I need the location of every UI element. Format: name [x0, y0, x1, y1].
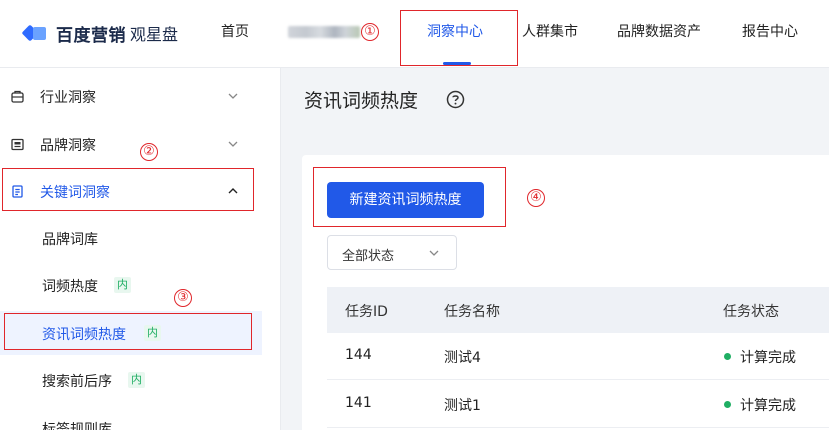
table-header: 任务ID 任务名称 任务状态: [327, 287, 829, 333]
sidebar-item-label: 品牌词库: [42, 232, 98, 248]
annotation-box-4: [313, 167, 506, 227]
table-row[interactable]: 144 测试4 计算完成: [327, 333, 829, 380]
annotation-box-1: [400, 10, 518, 66]
sidebar: 行业洞察 品牌洞察 关键词洞察 品牌词库 词频热度 内 资讯词频热度 内 搜索前…: [0, 68, 281, 430]
chevron-down-icon: [228, 93, 238, 99]
status-filter-value: 全部状态: [342, 249, 395, 264]
sidebar-group-brand-insight[interactable]: 品牌洞察: [0, 121, 281, 167]
internal-tag: 内: [128, 372, 145, 388]
annotation-box-3: [4, 313, 252, 350]
sidebar-item-search-sequence[interactable]: 搜索前后序 内: [0, 358, 262, 402]
nav-item-redacted[interactable]: [288, 26, 360, 38]
cell-task-status: 计算完成: [740, 350, 796, 366]
cell-task-status: 计算完成: [740, 398, 796, 414]
sidebar-item-word-frequency[interactable]: 词频热度 内: [0, 263, 262, 307]
chevron-down-icon: [228, 141, 238, 147]
sidebar-group-label: 品牌洞察: [40, 138, 96, 154]
column-header-task-name[interactable]: 任务名称: [444, 301, 500, 321]
logo[interactable]: 百度营销 观星盘: [21, 21, 179, 46]
annotation-box-2: [2, 168, 254, 211]
nav-item-home[interactable]: 首页: [221, 0, 249, 68]
annotation-number-3: ③: [174, 289, 192, 307]
logo-mark-icon: [21, 23, 50, 43]
status-dot-icon: [724, 353, 731, 360]
sidebar-item-label: 搜索前后序: [42, 374, 112, 390]
sidebar-group-label: 行业洞察: [40, 90, 96, 106]
help-icon[interactable]: [446, 90, 465, 109]
industry-icon: [11, 90, 24, 103]
nav-item-audience-market[interactable]: 人群集市: [522, 0, 578, 68]
annotation-number-2: ②: [140, 143, 158, 161]
annotation-number-4: ④: [527, 189, 545, 207]
cell-task-name: 测试1: [444, 398, 481, 414]
sidebar-item-label: 标签规则库: [42, 422, 112, 430]
logo-brand-text: 百度营销: [56, 25, 126, 46]
nav-item-report-center[interactable]: 报告中心: [742, 0, 798, 68]
cell-task-name: 测试4: [444, 350, 481, 366]
logo-product-text: 观星盘: [130, 25, 179, 44]
sidebar-group-industry-insight[interactable]: 行业洞察: [0, 73, 281, 119]
chevron-down-icon: [429, 250, 439, 256]
annotation-number-1: ①: [361, 23, 379, 41]
internal-tag: 内: [114, 277, 131, 293]
column-header-task-status[interactable]: 任务状态: [723, 301, 779, 321]
page-title: 资讯词频热度: [304, 90, 419, 112]
sidebar-item-label: 词频热度: [42, 279, 98, 295]
cell-task-id: 141: [345, 395, 372, 411]
status-filter-select[interactable]: 全部状态: [327, 235, 457, 270]
sidebar-item-brand-lexicon[interactable]: 品牌词库: [0, 216, 262, 260]
brand-icon: [11, 138, 24, 151]
nav-item-brand-data-assets[interactable]: 品牌数据资产: [617, 0, 701, 68]
cell-task-id: 144: [345, 347, 372, 363]
table-row[interactable]: 141 测试1 计算完成: [327, 381, 829, 428]
sidebar-item-tag-rules[interactable]: 标签规则库: [0, 406, 262, 430]
status-dot-icon: [724, 401, 731, 408]
column-header-task-id[interactable]: 任务ID: [345, 301, 388, 321]
